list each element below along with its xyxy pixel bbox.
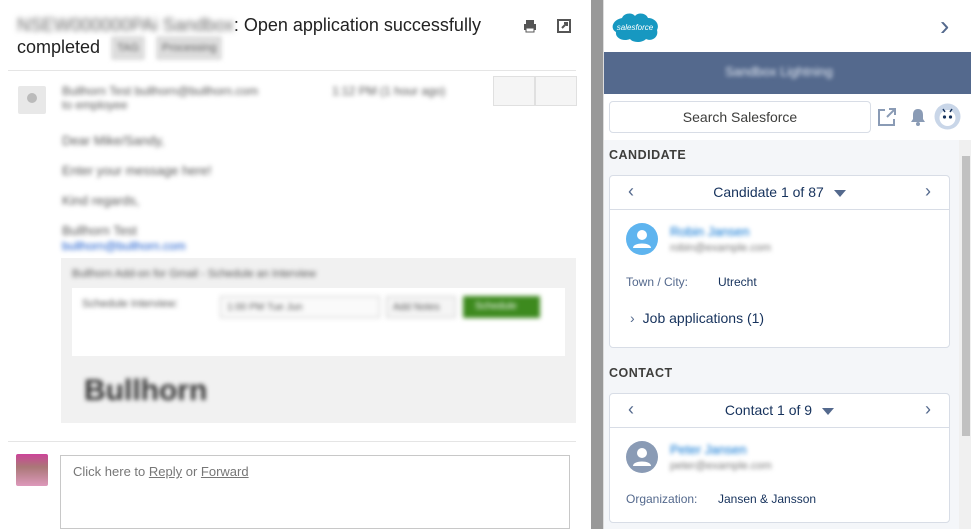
field-value: Utrecht	[718, 275, 757, 289]
org-name: Sandbox Lightning	[725, 64, 833, 79]
reply-box[interactable]: Click here to Reply or Forward	[60, 455, 570, 529]
email-subject: NSEW000000PAi Sandbox: Open application …	[17, 14, 497, 61]
org-banner: Sandbox Lightning	[604, 52, 971, 94]
user-avatar	[16, 454, 48, 486]
more-button[interactable]	[535, 76, 577, 106]
external-link-icon[interactable]	[876, 106, 898, 128]
message-actions	[493, 76, 577, 106]
candidate-section-title: CANDIDATE	[609, 148, 687, 162]
job-applications-toggle[interactable]: › Job applications (1)	[630, 310, 764, 326]
search-input[interactable]: Search Salesforce	[609, 101, 871, 133]
divider	[8, 70, 576, 71]
forward-link[interactable]: Forward	[201, 464, 249, 479]
reply-button[interactable]	[493, 76, 535, 106]
subject-prefix: NSEW000000PAi Sandbox	[17, 15, 234, 35]
salesforce-sidebar: salesforce › Sandbox Lightning Search Sa…	[603, 0, 971, 529]
next-contact-icon[interactable]: ›	[925, 399, 931, 420]
sender-info[interactable]: Bullhorn Test bullhorn@bullhorn.com to e…	[62, 84, 258, 112]
reply-link[interactable]: Reply	[149, 464, 182, 479]
field-label: Organization:	[626, 492, 698, 506]
candidate-name-link[interactable]: Robin Jansen	[670, 224, 750, 239]
caret-down-icon	[822, 407, 835, 415]
reply-or: or	[182, 464, 201, 479]
job-applications-label: Job applications (1)	[642, 310, 765, 326]
candidate-card: ‹ Candidate 1 of 87 › Robin Jansen robin…	[609, 175, 950, 348]
einstein-bot-icon[interactable]	[934, 103, 961, 130]
sent-time: 1:12 PM (1 hour ago)	[332, 84, 446, 98]
caret-down-icon	[833, 189, 846, 197]
candidate-email: robin@example.com	[670, 242, 772, 254]
contact-name-link[interactable]: Peter Jansen	[670, 442, 747, 457]
open-new-window-icon[interactable]	[556, 18, 572, 34]
bullhorn-logo: Bullhorn	[84, 374, 208, 407]
contact-email: peter@example.com	[670, 460, 772, 472]
candidate-pager-label: Candidate 1 of 87	[713, 184, 824, 200]
next-candidate-icon[interactable]: ›	[925, 181, 931, 202]
subject-actions	[522, 18, 572, 34]
salesforce-logo-text: salesforce	[617, 23, 654, 32]
body-line: Enter your message here!	[62, 163, 212, 178]
candidate-pager-dropdown[interactable]: Candidate 1 of 87	[610, 184, 949, 200]
contact-section-title: CONTACT	[609, 366, 673, 380]
body-line: Kind regards,	[62, 193, 140, 208]
salesforce-logo: salesforce	[608, 10, 662, 44]
scrollbar-thumb[interactable]	[962, 156, 970, 436]
addin-button-notes[interactable]: Add Notes	[386, 296, 456, 318]
signature-link[interactable]: bullhorn@bullhorn.com	[62, 239, 186, 253]
addin-title: Bullhorn Add-on for Gmail - Schedule an …	[72, 268, 316, 280]
sender-avatar	[18, 86, 46, 114]
addin-button-notes-label: Add Notes	[393, 302, 440, 313]
sender-to: to employee	[62, 98, 128, 112]
addin-button-schedule[interactable]: Schedule	[463, 296, 540, 318]
sender-email: bullhorn@bullhorn.com	[134, 84, 259, 98]
bell-icon[interactable]	[908, 107, 928, 127]
divider	[8, 441, 576, 442]
collapse-chevron-icon[interactable]: ›	[940, 12, 949, 40]
addin-button-schedule-label: Schedule	[475, 301, 517, 312]
contact-pager: ‹ Contact 1 of 9 ›	[610, 394, 949, 428]
body-line: Dear Mike/Sandy,	[62, 133, 165, 148]
contact-pager-dropdown[interactable]: Contact 1 of 9	[610, 402, 949, 418]
reply-prompt: Click here to	[73, 464, 149, 479]
chevron-right-icon: ›	[630, 310, 635, 326]
field-label: Town / City:	[626, 275, 689, 289]
addin-select-value: 1:00 PM Tue Jun	[227, 302, 303, 313]
sidebar-content: CANDIDATE ‹ Candidate 1 of 87 › Robin Ja…	[604, 140, 959, 529]
pane-resizer[interactable]	[591, 0, 603, 529]
sender-name: Bullhorn Test	[62, 84, 132, 98]
subject-tag[interactable]: TAG	[111, 36, 145, 61]
salesforce-pane: salesforce › Sandbox Lightning Search Sa…	[591, 0, 971, 529]
addin-row-label: Schedule Interview:	[82, 298, 178, 310]
person-icon	[626, 441, 658, 473]
field-value: Jansen & Jansson	[718, 492, 817, 506]
scrollbar[interactable]	[959, 140, 971, 529]
candidate-pager: ‹ Candidate 1 of 87 ›	[610, 176, 949, 210]
gmail-pane: NSEW000000PAi Sandbox: Open application …	[0, 0, 591, 529]
body-line: Bullhorn Test	[62, 223, 137, 238]
subject-tag[interactable]: Processing	[155, 36, 223, 61]
addin-select[interactable]: 1:00 PM Tue Jun	[220, 296, 380, 318]
contact-pager-label: Contact 1 of 9	[724, 402, 813, 418]
person-icon	[626, 223, 658, 255]
print-icon[interactable]	[522, 18, 538, 34]
contact-card: ‹ Contact 1 of 9 › Peter Jansen peter@ex…	[609, 393, 950, 523]
